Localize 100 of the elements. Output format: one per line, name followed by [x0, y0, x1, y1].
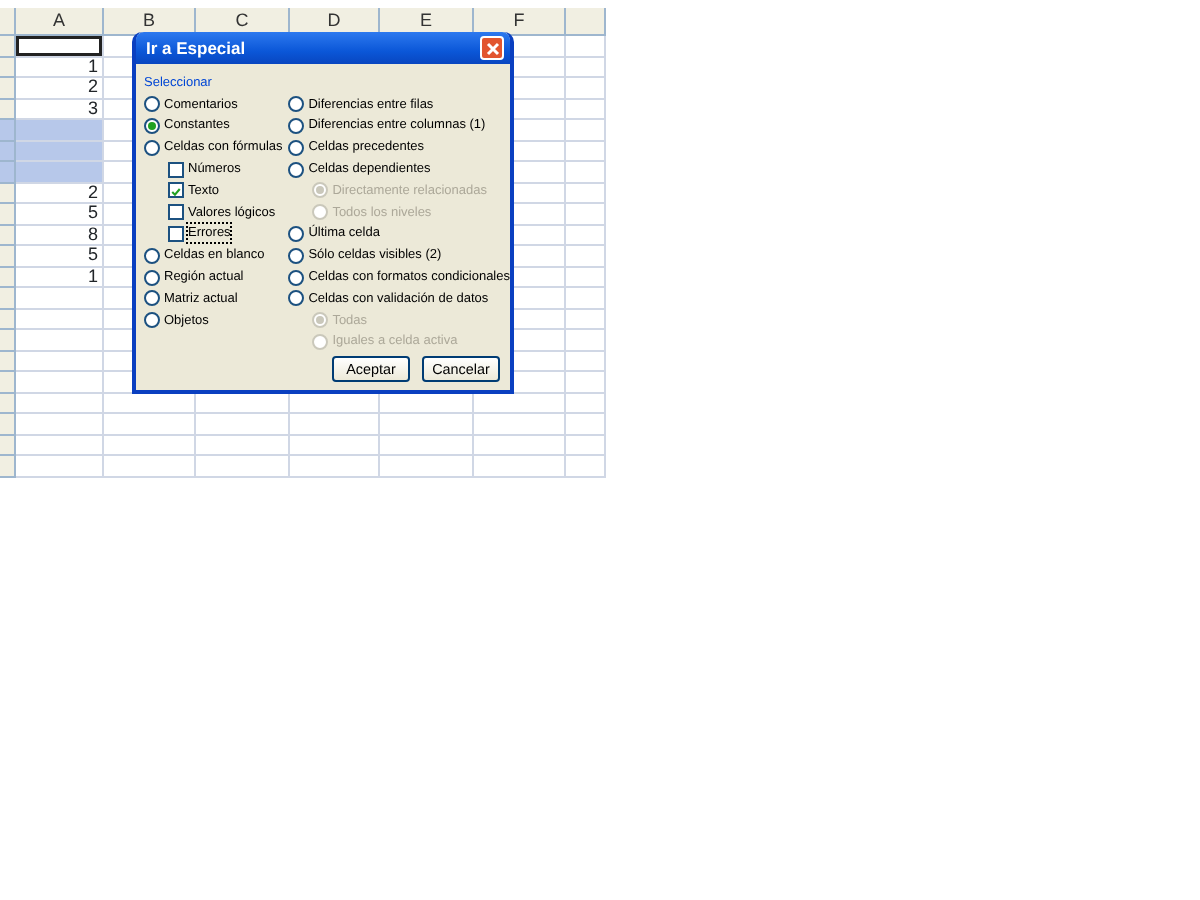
- table-cell[interactable]: [16, 309, 104, 330]
- table-cell[interactable]: [474, 414, 566, 435]
- row-header[interactable]: [0, 372, 16, 393]
- table-cell[interactable]: [566, 57, 606, 78]
- column-header[interactable]: B: [104, 8, 196, 36]
- radio-button[interactable]: [288, 117, 305, 134]
- radio-button[interactable]: [144, 312, 160, 329]
- row-header[interactable]: [0, 120, 16, 141]
- row-header[interactable]: [0, 99, 16, 120]
- table-cell[interactable]: [16, 288, 104, 309]
- table-cell[interactable]: [566, 120, 606, 141]
- table-cell[interactable]: [16, 372, 104, 393]
- table-cell[interactable]: [104, 435, 196, 456]
- row-header[interactable]: [0, 36, 16, 57]
- table-cell[interactable]: [16, 456, 104, 477]
- table-cell[interactable]: [380, 435, 474, 456]
- checkbox[interactable]: [168, 182, 184, 199]
- table-cell[interactable]: [566, 204, 606, 225]
- select-all-corner[interactable]: [0, 8, 16, 36]
- row-header[interactable]: [0, 183, 16, 204]
- table-cell[interactable]: 1: [16, 57, 104, 78]
- table-cell[interactable]: [566, 414, 606, 435]
- row-header[interactable]: [0, 162, 16, 183]
- table-cell[interactable]: [566, 141, 606, 162]
- table-cell[interactable]: [566, 162, 606, 183]
- table-cell[interactable]: [566, 330, 606, 351]
- radio-button[interactable]: [144, 96, 160, 113]
- checkbox[interactable]: [168, 225, 184, 242]
- row-header[interactable]: [0, 225, 16, 246]
- radio-button[interactable]: [144, 139, 160, 156]
- row-header[interactable]: [0, 57, 16, 78]
- table-cell[interactable]: [380, 414, 474, 435]
- radio-button[interactable]: [288, 269, 305, 286]
- row-header[interactable]: [0, 141, 16, 162]
- radio-button[interactable]: [288, 225, 305, 242]
- table-cell[interactable]: [566, 267, 606, 288]
- table-cell[interactable]: [290, 456, 380, 477]
- close-button[interactable]: [480, 36, 504, 60]
- radio-button[interactable]: [144, 247, 160, 264]
- table-cell[interactable]: [566, 99, 606, 120]
- row-header[interactable]: [0, 351, 16, 372]
- row-header[interactable]: [0, 456, 16, 477]
- table-cell[interactable]: 2: [16, 183, 104, 204]
- table-cell[interactable]: 2: [16, 78, 104, 99]
- row-header[interactable]: [0, 267, 16, 288]
- row-header[interactable]: [0, 309, 16, 330]
- table-cell[interactable]: [104, 414, 196, 435]
- table-cell[interactable]: [566, 435, 606, 456]
- selected-cell[interactable]: [16, 141, 104, 162]
- radio-button[interactable]: [144, 290, 160, 307]
- row-header[interactable]: [0, 78, 16, 99]
- table-cell[interactable]: [16, 435, 104, 456]
- table-cell[interactable]: 8: [16, 225, 104, 246]
- table-cell[interactable]: [196, 414, 290, 435]
- table-cell[interactable]: [196, 456, 290, 477]
- radio-button[interactable]: [288, 139, 305, 156]
- table-cell[interactable]: 5: [16, 204, 104, 225]
- table-cell[interactable]: [566, 78, 606, 99]
- table-cell[interactable]: [196, 435, 290, 456]
- row-header[interactable]: [0, 330, 16, 351]
- table-cell[interactable]: 1: [16, 267, 104, 288]
- row-header[interactable]: [0, 288, 16, 309]
- table-cell[interactable]: [16, 414, 104, 435]
- radio-button[interactable]: [288, 161, 305, 178]
- radio-button[interactable]: [288, 96, 305, 113]
- radio-button[interactable]: [288, 247, 305, 264]
- table-cell[interactable]: [380, 456, 474, 477]
- checkbox[interactable]: [168, 204, 184, 221]
- active-cell[interactable]: [16, 36, 104, 57]
- table-cell[interactable]: [474, 435, 566, 456]
- radio-button[interactable]: [144, 269, 160, 286]
- selected-cell[interactable]: [16, 162, 104, 183]
- table-cell[interactable]: [566, 183, 606, 204]
- table-cell[interactable]: [566, 372, 606, 393]
- selected-cell[interactable]: [16, 120, 104, 141]
- table-cell[interactable]: [290, 435, 380, 456]
- checkbox[interactable]: [168, 161, 184, 178]
- table-cell[interactable]: 5: [16, 246, 104, 267]
- row-header[interactable]: [0, 414, 16, 435]
- table-cell[interactable]: [566, 288, 606, 309]
- column-header[interactable]: A: [16, 8, 104, 36]
- table-cell[interactable]: [566, 246, 606, 267]
- table-cell[interactable]: [566, 456, 606, 477]
- row-header[interactable]: [0, 435, 16, 456]
- table-cell[interactable]: [16, 330, 104, 351]
- radio-button[interactable]: [144, 117, 160, 134]
- row-header[interactable]: [0, 393, 16, 414]
- table-cell[interactable]: [566, 36, 606, 57]
- table-cell[interactable]: [16, 351, 104, 372]
- table-cell[interactable]: [290, 414, 380, 435]
- table-cell[interactable]: [104, 456, 196, 477]
- row-header[interactable]: [0, 204, 16, 225]
- table-cell[interactable]: [566, 393, 606, 414]
- table-cell[interactable]: [16, 393, 104, 414]
- column-header[interactable]: F: [474, 8, 566, 36]
- row-header[interactable]: [0, 246, 16, 267]
- radio-button[interactable]: [288, 290, 305, 307]
- table-cell[interactable]: [566, 225, 606, 246]
- column-header[interactable]: [566, 8, 606, 36]
- table-cell[interactable]: [474, 456, 566, 477]
